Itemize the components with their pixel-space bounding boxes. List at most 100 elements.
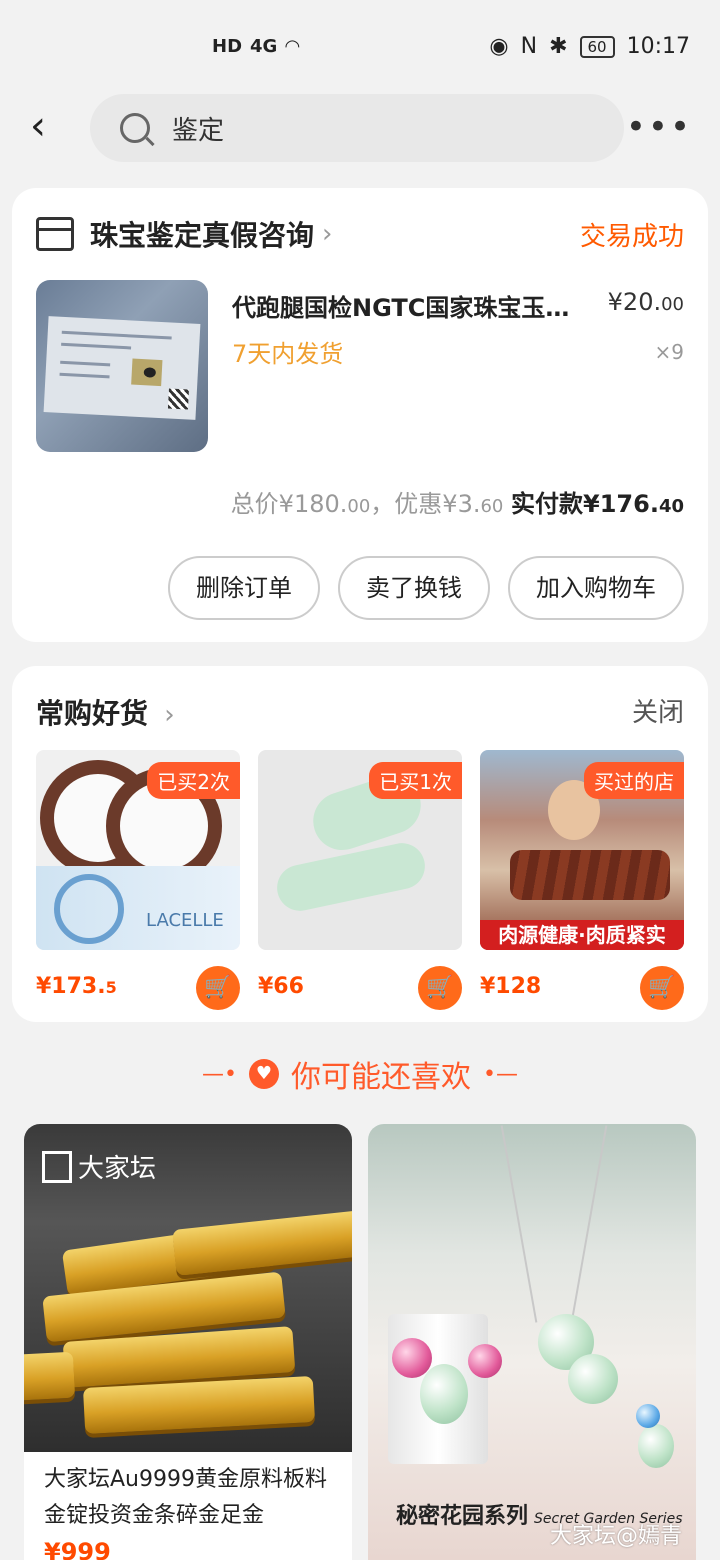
purchase-tag: 已买1次 xyxy=(369,762,462,799)
delete-order-button[interactable]: 删除订单 xyxy=(168,556,320,620)
frequent-product[interactable]: 肉源健康·肉质紧实 买过的店 ¥128 🛒 xyxy=(480,750,684,1010)
cart-icon[interactable]: 🛒 xyxy=(196,966,240,1010)
product-image[interactable]: 已买1次 xyxy=(258,750,462,950)
caption-text: 秘密花园系列 xyxy=(396,1504,529,1529)
paid-int: ¥176. xyxy=(583,490,659,518)
search-icon xyxy=(120,113,150,143)
wifi-icon: ◠ xyxy=(285,36,300,57)
total-label: 总价 xyxy=(230,490,279,518)
purchase-tag: 买过的店 xyxy=(584,762,684,799)
chevron-right-icon: › xyxy=(156,700,175,730)
nfc-icon: N xyxy=(520,34,538,59)
recommend-item[interactable]: 大家坛 大家坛Au9999黄金原料板料金锭投资金条碎金足金 ¥999 xyxy=(24,1124,352,1560)
search-bar[interactable]: 鉴定 xyxy=(90,94,624,162)
order-totals: 总价¥180.00，优惠¥3.60 实付款¥176.40 xyxy=(231,484,684,519)
product-banner: 肉源健康·肉质紧实 xyxy=(480,920,684,950)
shop-name[interactable]: 珠宝鉴定真假咨询 xyxy=(90,214,314,254)
gold-bar-image xyxy=(172,1210,352,1276)
total-dec: 00 xyxy=(347,496,371,517)
shop-row[interactable]: 珠宝鉴定真假咨询 › 交易成功 xyxy=(36,214,684,254)
status-network: HD 4G ◠ xyxy=(212,36,299,57)
page: HD 4G ◠ ◉ N ✱ 60 10:17 ‹ 鉴定 ••• 珠宝鉴定真假咨询… xyxy=(0,0,720,1560)
product-thumbnail[interactable] xyxy=(36,280,208,452)
discount-dec: 60 xyxy=(480,496,504,517)
jerky-image xyxy=(510,850,670,900)
price-dec: 5 xyxy=(105,978,117,997)
product-price: ¥128 xyxy=(480,974,541,999)
search-input[interactable]: 鉴定 xyxy=(172,110,224,147)
cart-icon[interactable]: 🛒 xyxy=(640,966,684,1010)
frequent-title-text: 常购好货 xyxy=(36,697,149,730)
purchase-tag: 已买2次 xyxy=(147,762,240,799)
frequent-product[interactable]: 已买1次 ¥66 🛒 xyxy=(258,750,462,1010)
frequent-title[interactable]: 常购好货 › xyxy=(36,692,175,732)
more-icon[interactable]: ••• xyxy=(626,110,692,144)
back-icon[interactable]: ‹ xyxy=(30,106,70,146)
logo-icon xyxy=(42,1150,72,1183)
order-status: 交易成功 xyxy=(579,222,684,252)
price-int: ¥173. xyxy=(36,974,106,999)
recommend-header: —• ♥ 你可能还喜欢 •— xyxy=(0,1052,720,1096)
heart-icon: ♥ xyxy=(249,1059,279,1089)
battery-icon: 60 xyxy=(579,35,615,58)
box-ring xyxy=(54,874,124,944)
recommend-image[interactable]: 秘密花园系列 Secret Garden Series 大家坛@嫣青 xyxy=(368,1124,696,1560)
blue-gem xyxy=(636,1404,660,1428)
recommend-price: ¥999 xyxy=(44,1538,111,1560)
signal-icon: 4G xyxy=(250,36,278,57)
status-right: ◉ N ✱ 60 10:17 xyxy=(489,34,690,59)
gold-bar-image xyxy=(82,1376,316,1434)
gold-bar-image xyxy=(24,1351,76,1403)
cert-line xyxy=(60,360,111,367)
discount-int: ¥3. xyxy=(442,490,481,518)
lens-box: LACELLE xyxy=(36,866,240,950)
chevron-right-icon: › xyxy=(322,219,333,249)
divider: —• xyxy=(202,1061,237,1087)
product-image[interactable]: LACELLE 已买2次 xyxy=(36,750,240,950)
product-price: ¥173.5 xyxy=(36,974,117,999)
order-card: 珠宝鉴定真假咨询 › 交易成功 代跑腿国检NGTC国家珠宝玉石检测中心鉴定证书 … xyxy=(12,188,708,642)
product-price: ¥66 xyxy=(258,974,304,999)
total-int: ¥180. xyxy=(278,490,348,518)
cert-line xyxy=(61,342,132,350)
paid-label: 实付款 xyxy=(511,490,584,518)
cert-line xyxy=(59,372,110,379)
recommend-title-text[interactable]: 大家坛Au9999黄金原料板料金锭投资金条碎金足金 xyxy=(44,1462,336,1534)
recommend-image[interactable]: 大家坛 xyxy=(24,1124,352,1452)
paid-dec: 40 xyxy=(658,496,684,517)
necklace-chain xyxy=(500,1125,538,1323)
watermark-logo: 大家坛 xyxy=(42,1148,156,1185)
order-actions: 删除订单 卖了换钱 加入购物车 xyxy=(168,556,684,620)
top-bar: ‹ 鉴定 ••• xyxy=(0,92,720,164)
price-int: ¥66 xyxy=(258,974,304,999)
hd-indicator: HD xyxy=(212,36,243,57)
item-price-int: ¥20. xyxy=(607,288,662,316)
price-int: ¥128 xyxy=(480,974,542,999)
item-quantity: ×9 xyxy=(654,340,684,364)
qr-code xyxy=(167,388,189,410)
logo-text: 大家坛 xyxy=(78,1154,157,1184)
recommend-item[interactable]: 秘密花园系列 Secret Garden Series 大家坛@嫣青 xyxy=(368,1124,696,1560)
item-title[interactable]: 代跑腿国检NGTC国家珠宝玉石检测中心鉴定证书 xyxy=(232,288,592,323)
jade-gourd xyxy=(420,1364,468,1424)
shipping-note: 7天内发货 xyxy=(232,340,344,368)
resell-button[interactable]: 卖了换钱 xyxy=(338,556,490,620)
shop-icon xyxy=(36,217,74,251)
item-price: ¥20.00 xyxy=(608,288,684,316)
user-watermark: 大家坛@嫣青 xyxy=(549,1524,682,1549)
certificate-image xyxy=(43,316,201,420)
cart-icon[interactable]: 🛒 xyxy=(418,966,462,1010)
frequent-product[interactable]: LACELLE 已买2次 ¥173.5 🛒 xyxy=(36,750,240,1010)
divider: •— xyxy=(483,1061,518,1087)
jade-pendant xyxy=(568,1354,618,1404)
bluetooth-icon: ✱ xyxy=(549,34,568,59)
product-image[interactable]: 肉源健康·肉质紧实 买过的店 xyxy=(480,750,684,950)
necklace-chain xyxy=(570,1125,608,1323)
jade-gourd xyxy=(638,1424,674,1468)
item-price-dec: 00 xyxy=(661,294,684,315)
recommend-title: 你可能还喜欢 xyxy=(291,1060,471,1095)
status-time: 10:17 xyxy=(626,34,690,59)
add-to-cart-button[interactable]: 加入购物车 xyxy=(508,556,684,620)
close-button[interactable]: 关闭 xyxy=(632,692,684,729)
frequent-card: 常购好货 › 关闭 LACELLE 已买2次 ¥173.5 🛒 已买1次 ¥66… xyxy=(12,666,708,1022)
